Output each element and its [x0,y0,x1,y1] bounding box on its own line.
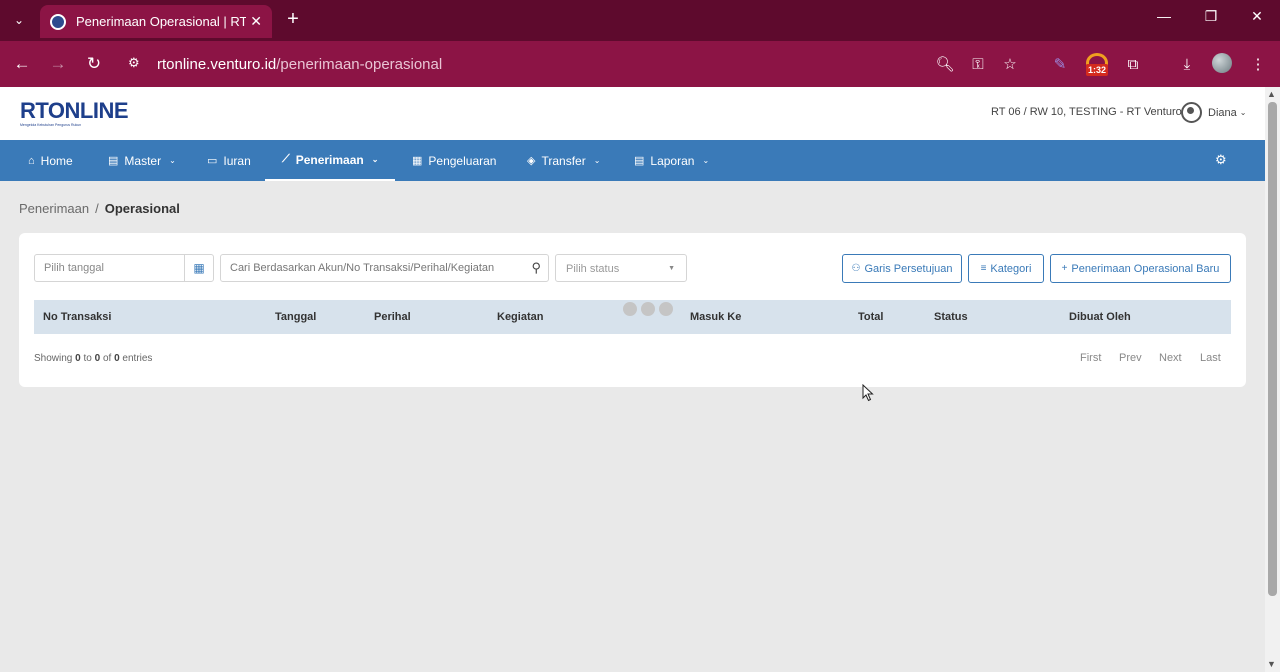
browser-tab-bar: ⌄ Penerimaan Operasional | RT Online ✕ +… [0,0,1280,41]
calendar-icon[interactable]: ▦ [184,255,213,281]
nav-item-penerimaan[interactable]: ⟋ Penerimaan ⌄ [265,140,396,181]
nav-item-transfer[interactable]: ◈ Transfer ⌄ [527,140,600,181]
download-icon[interactable]: ⤓ [1175,52,1199,76]
zoom-icon[interactable]: 🔍︎ [933,52,957,76]
close-tab-icon[interactable]: ✕ [250,13,262,30]
tab-search-icon[interactable]: ⌄ [6,8,32,32]
user-check-icon: ⚇ [851,263,861,274]
pagination-last[interactable]: Last [1200,352,1221,364]
timer-extension-icon[interactable]: 1:32 [1086,53,1109,76]
site-favicon-icon [50,13,66,30]
file-icon: ▤ [634,155,645,167]
profile-avatar[interactable] [1212,53,1232,73]
column-header[interactable]: No Transaksi [43,311,111,323]
date-filter[interactable]: Pilih tanggal ▦ [34,254,214,282]
scroll-up-icon[interactable]: ▲ [1267,89,1276,99]
pagination-next[interactable]: Next [1159,352,1182,364]
browser-menu-icon[interactable]: ⋮ [1246,52,1270,76]
nav-item-laporan[interactable]: ▤ Laporan ⌄ [634,140,709,181]
timer-badge: 1:32 [1086,64,1109,76]
settings-gear-icon[interactable]: ⚙ [1215,152,1227,168]
forward-icon[interactable]: → [46,52,70,76]
new-tab-icon[interactable]: + [282,8,304,32]
scrollbar-thumb[interactable] [1268,102,1277,596]
back-icon[interactable]: ← [10,52,34,76]
password-key-icon[interactable]: ⚿ [966,52,990,76]
minimize-icon[interactable]: — [1149,8,1179,24]
chevron-down-icon: ⌄ [371,155,379,164]
site-info-icon[interactable]: ⚙ [128,55,146,73]
pagination-first[interactable]: First [1080,352,1101,364]
breadcrumb-current: Operasional [104,201,180,216]
entries-info: Showing 0 to 0 of 0 entries [34,353,153,364]
user-circle-icon [1181,102,1202,123]
loading-spinner [623,302,673,316]
browser-tab[interactable]: Penerimaan Operasional | RT Online ✕ [40,5,272,38]
nav-item-master[interactable]: ▤ Master ⌄ [108,140,176,181]
rt-info: RT 06 / RW 10, TESTING - RT Venturo [991,106,1182,118]
rtonline-logo[interactable]: RTONLINE Mengelola Kebutuhan Pengurus Ru… [20,100,129,128]
dropdown-arrow-icon: ▼ [668,265,675,272]
nav-item-iuran[interactable]: ▭ Iuran [207,140,251,181]
search-input[interactable]: Cari Berdasarkan Akun/No Transaksi/Perih… [220,254,549,282]
main-navigation: ⌂ Home ▤ Master ⌄ ▭ Iuran ⟋ Penerimaan ⌄… [0,140,1265,181]
chevron-down-icon: ⌄ [702,156,710,165]
user-menu[interactable]: Diana ⌄ [1181,102,1246,123]
extensions-puzzle-icon[interactable]: ⧉ [1121,52,1145,76]
page-scrollbar[interactable]: ▲ ▼ [1265,87,1280,672]
approval-line-button[interactable]: ⚇ Garis Persetujuan [842,254,962,283]
chevron-down-icon: ⌄ [1239,108,1247,117]
chart-icon: ⟋ [282,153,290,165]
transactions-card: Pilih tanggal ▦ Cari Berdasarkan Akun/No… [19,233,1246,387]
scroll-down-icon[interactable]: ▼ [1267,659,1276,669]
app-header: RTONLINE Mengelola Kebutuhan Pengurus Ru… [0,87,1265,140]
url-text[interactable]: rtonline.venturo.id/penerimaan-operasion… [157,56,442,73]
column-header[interactable]: Kegiatan [497,311,543,323]
user-name: Diana [1208,106,1237,119]
chevron-down-icon: ⌄ [593,156,601,165]
breadcrumb: Penerimaan / Operasional [19,201,180,216]
home-icon: ⌂ [28,154,35,167]
restore-icon[interactable]: ❐ [1196,8,1226,25]
card-icon: ▭ [207,155,218,167]
column-header[interactable]: Status [934,311,968,323]
list-icon: ≡ [980,263,987,274]
category-button[interactable]: ≡ Kategori [968,254,1044,283]
column-header[interactable]: Tanggal [275,311,316,323]
close-window-icon[interactable]: ✕ [1242,8,1272,25]
reload-icon[interactable]: ↻ [82,52,106,76]
column-header[interactable]: Masuk Ke [690,311,741,323]
breadcrumb-penerimaan[interactable]: Penerimaan [19,201,89,216]
new-operational-receipt-button[interactable]: + Penerimaan Operasional Baru [1050,254,1231,283]
tab-title: Penerimaan Operasional | RT Online [76,14,247,29]
nav-item-pengeluaran[interactable]: ▦ Pengeluaran [412,140,496,181]
pagination-prev[interactable]: Prev [1119,352,1142,364]
bookmark-star-icon[interactable]: ☆ [998,52,1022,76]
column-header[interactable]: Total [858,311,883,323]
nav-item-home[interactable]: ⌂ Home [28,140,73,181]
column-header[interactable]: Perihal [374,311,411,323]
tag-icon: ◈ [527,155,536,167]
plus-icon: + [1061,263,1068,274]
chevron-down-icon: ⌄ [169,156,176,165]
feather-extension-icon[interactable]: ✎ [1048,52,1072,76]
ledger-icon: ▦ [412,155,423,167]
mouse-cursor-icon [862,384,874,402]
search-icon[interactable]: ⚲ [531,260,541,276]
column-header[interactable]: Dibuat Oleh [1069,311,1131,323]
status-select[interactable]: Pilih status ▼ [555,254,687,282]
file-icon: ▤ [108,155,119,167]
